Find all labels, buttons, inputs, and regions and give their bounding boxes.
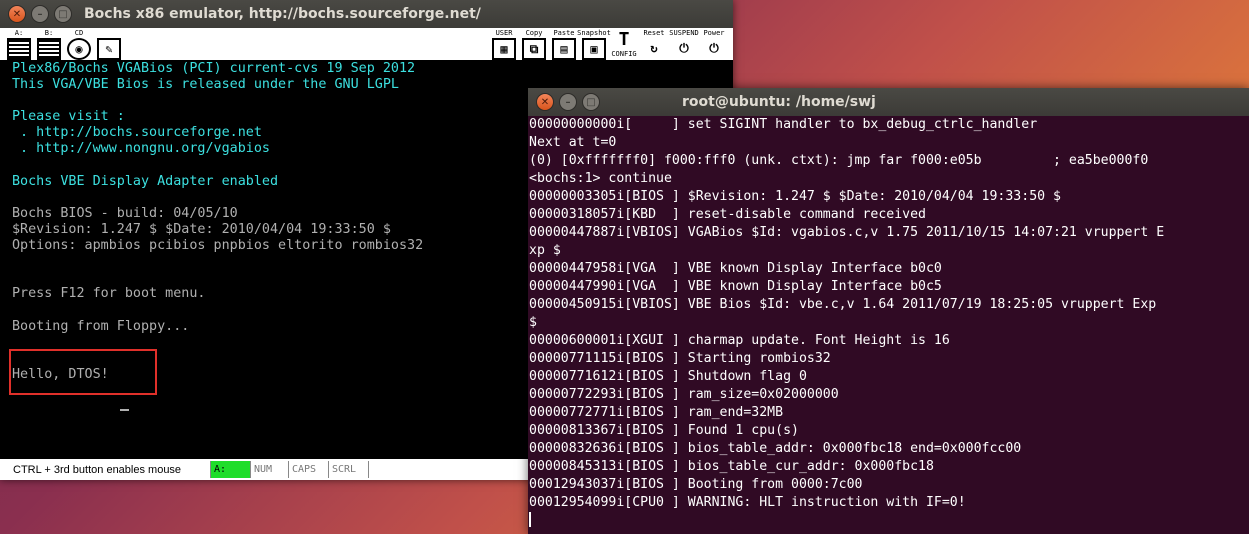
cdrom-icon: ◉	[67, 38, 91, 60]
terminal-line: xp $	[529, 243, 561, 258]
suspend-label: SUSPEND	[669, 29, 699, 37]
floppy-icon	[37, 38, 61, 60]
paste-button[interactable]: Paste ▤	[551, 28, 577, 60]
maximize-icon[interactable]: □	[54, 5, 72, 23]
num-lock-indicator: NUM	[250, 461, 288, 478]
scroll-lock-indicator: SCRL	[328, 461, 368, 478]
terminal-prompt-line	[529, 512, 1249, 531]
camera-icon: ▣	[582, 38, 606, 60]
terminal-line: 00000447887i[VBIOS] VGABios $Id: vgabios…	[529, 225, 1165, 240]
terminal-line: 00000772771i[BIOS ] ram_end=32MB	[529, 405, 784, 420]
paste-icon: ▤	[552, 38, 576, 60]
terminal-line: 00000447958i[VGA ] VBE known Display Int…	[529, 261, 942, 276]
snapshot-button[interactable]: Snapshot ▣	[577, 28, 611, 60]
terminal-line: 00000832636i[BIOS ] bios_table_addr: 0x0…	[529, 441, 1022, 456]
copy-label: Copy	[525, 29, 543, 37]
cdrom-button[interactable]: CD ◉	[66, 28, 92, 60]
status-message: CTRL + 3rd button enables mouse	[13, 463, 182, 476]
paste-label: Paste	[553, 29, 575, 37]
text-cursor	[120, 409, 129, 411]
bochs-window-title: Bochs x86 emulator, http://bochs.sourcef…	[84, 6, 481, 22]
terminal-line: 00000813367i[BIOS ] Found 1 cpu(s)	[529, 423, 799, 438]
suspend-icon: ⏻	[679, 41, 689, 55]
terminal-line: $	[529, 315, 537, 330]
minimize-icon[interactable]: –	[31, 5, 49, 23]
mouse-icon: ✎	[97, 38, 121, 60]
terminal-titlebar[interactable]: ✕ – □ root@ubuntu: /home/swj	[528, 88, 1249, 116]
config-button[interactable]: T CONFIG	[611, 28, 637, 60]
close-icon[interactable]: ✕	[536, 93, 554, 111]
terminal-window-title: root@ubuntu: /home/swj	[682, 94, 876, 110]
power-icon: ⏻	[709, 41, 719, 55]
reset-icon: ↻	[650, 41, 658, 55]
floppy-b-label: B:	[44, 29, 54, 37]
user-label: USER	[495, 29, 513, 37]
caps-lock-indicator: CAPS	[288, 461, 328, 478]
terminal-line: (0) [0xfffffff0] f000:fff0 (unk. ctxt): …	[529, 153, 1149, 168]
power-label: Power	[703, 29, 725, 37]
config-icon: T	[618, 29, 630, 50]
maximize-icon[interactable]: □	[582, 93, 600, 111]
floppy-b-button[interactable]: B:	[36, 28, 62, 60]
terminal-window: ✕ – □ root@ubuntu: /home/swj 00000000000…	[528, 88, 1249, 534]
cdrom-label: CD	[74, 29, 84, 37]
user-button[interactable]: USER ▦	[491, 28, 517, 60]
suspend-button[interactable]: SUSPEND ⏻	[669, 28, 699, 60]
terminal-line: 00000450915i[VBIOS] VBE Bios $Id: vbe.c,…	[529, 297, 1157, 312]
terminal-line: <bochs:1> continue	[529, 171, 672, 186]
bochs-titlebar[interactable]: ✕ – □ Bochs x86 emulator, http://bochs.s…	[0, 0, 733, 28]
terminal-line: 00000000000i[ ] set SIGINT handler to bx…	[529, 117, 1038, 132]
terminal-cursor	[529, 512, 531, 527]
terminal-line: 00000771612i[BIOS ] Shutdown flag 0	[529, 369, 807, 384]
minimize-icon[interactable]: –	[559, 93, 577, 111]
terminal-line: 00000600001i[XGUI ] charmap update. Font…	[529, 333, 950, 348]
keyboard-icon: ▦	[492, 38, 516, 60]
drive-indicator: A:	[210, 461, 250, 478]
terminal-output[interactable]: 00000000000i[ ] set SIGINT handler to bx…	[528, 116, 1249, 534]
config-label: CONFIG	[611, 50, 637, 58]
highlight-box	[9, 349, 157, 395]
screen-line: Plex86/Bochs VGABios (PCI) current-cvs 1…	[12, 61, 416, 76]
reset-label: Reset	[643, 29, 665, 37]
snapshot-label: Snapshot	[577, 29, 611, 37]
terminal-line: 00012943037i[BIOS ] Booting from 0000:7c…	[529, 477, 863, 492]
terminal-line: 00000447990i[VGA ] VBE known Display Int…	[529, 279, 942, 294]
bochs-toolbar: A: B: CD ◉ ✎ USER ▦ Copy ⧉ Paste ▤ Snaps…	[0, 28, 733, 61]
terminal-line: 00000318057i[KBD ] reset-disable command…	[529, 207, 926, 222]
floppy-icon	[7, 38, 31, 60]
floppy-a-button[interactable]: A:	[6, 28, 32, 60]
close-icon[interactable]: ✕	[8, 5, 26, 23]
terminal-line: 00000845313i[BIOS ] bios_table_cur_addr:…	[529, 459, 934, 474]
reset-button[interactable]: Reset ↻	[641, 28, 667, 60]
floppy-a-label: A:	[14, 29, 24, 37]
power-button[interactable]: Power ⏻	[701, 28, 727, 60]
copy-button[interactable]: Copy ⧉	[521, 28, 547, 60]
copy-icon: ⧉	[522, 38, 546, 60]
terminal-line: 00012954099i[CPU0 ] WARNING: HLT instruc…	[529, 495, 966, 510]
mouse-button[interactable]: ✎	[96, 28, 122, 60]
terminal-line: 00000003305i[BIOS ] $Revision: 1.247 $ $…	[529, 189, 1061, 204]
terminal-line: 00000772293i[BIOS ] ram_size=0x02000000	[529, 387, 839, 402]
terminal-line: Next at t=0	[529, 135, 617, 150]
terminal-line: 00000771115i[BIOS ] Starting rombios32	[529, 351, 831, 366]
